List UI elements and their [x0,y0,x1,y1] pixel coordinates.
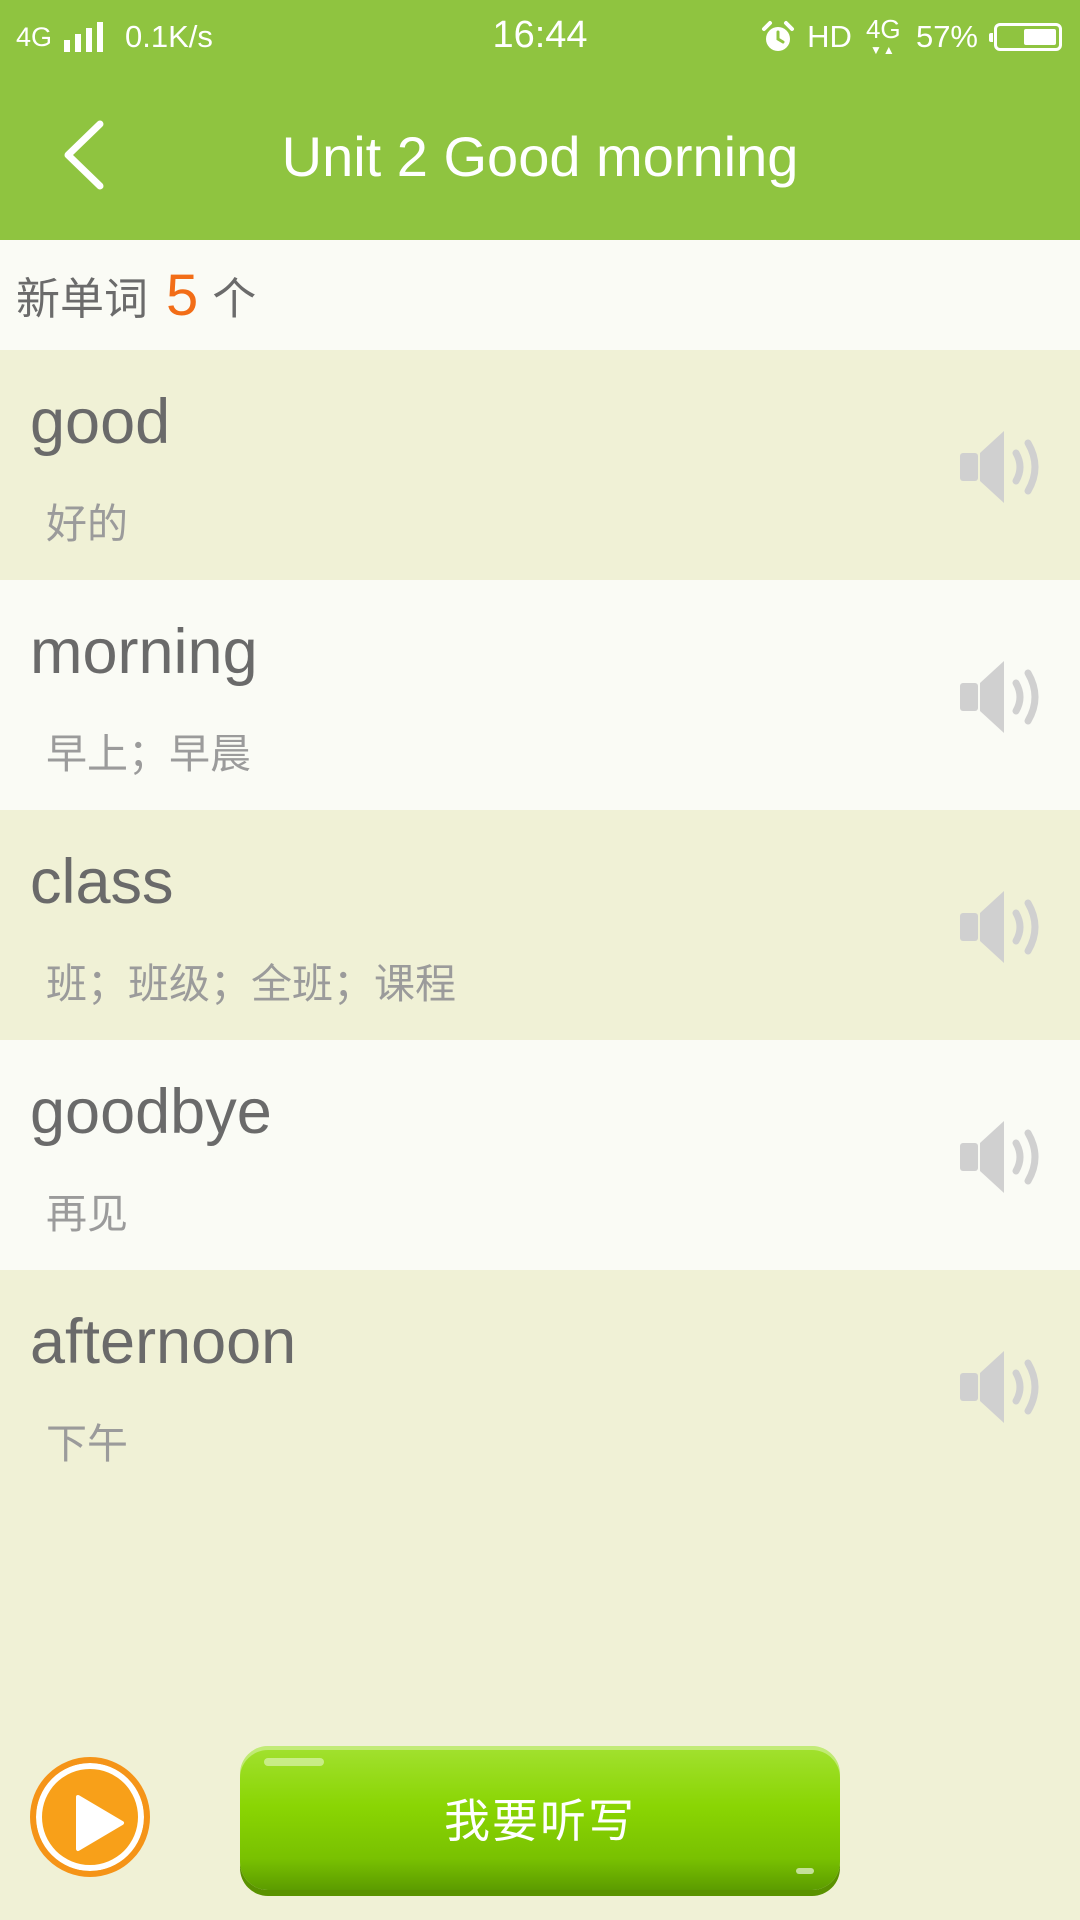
word-text: afternoon [30,1307,297,1377]
new-words-label: 新单词 [16,274,148,325]
header-bar: Unit 2 Good morning [0,74,1080,240]
word-list: good 好的 morning 早上；早晨 class 班；班级；全班；课程 g… [0,350,1080,1500]
status-bar: 4G 0.1K/s 16:44 HD 4G ▼▲ 57% [0,0,1080,74]
hd-label: HD [807,19,852,54]
word-row[interactable]: good 好的 [0,350,1080,580]
network-4g-icon: 4G ▼▲ [864,16,904,58]
word-text: goodbye [30,1077,272,1147]
new-words-count: 5 [166,262,199,328]
word-row[interactable]: morning 早上；早晨 [0,580,1080,810]
alarm-clock-icon [761,20,795,54]
dictation-button[interactable]: 我要听写 [240,1746,840,1890]
new-words-unit: 个 [212,274,257,325]
word-text: morning [30,617,258,687]
speaker-icon[interactable] [958,653,1054,741]
play-all-button[interactable] [30,1757,150,1877]
speaker-icon[interactable] [958,1113,1054,1201]
word-text: good [30,387,171,457]
battery-percent: 57% [915,19,978,54]
speaker-icon[interactable] [958,883,1054,971]
speaker-icon[interactable] [958,1343,1054,1431]
new-words-summary: 新单词 5 个 [0,240,1080,350]
status-right: HD 4G ▼▲ 57% [761,16,1062,58]
network-4g-label: 4G [865,14,901,44]
data-arrows-icon: ▼▲ [869,43,896,57]
battery-icon [989,23,1062,51]
word-meaning: 下午 [46,1420,128,1468]
battery-fill [1024,29,1056,45]
dictation-button-label: 我要听写 [444,1794,636,1848]
word-row[interactable]: afternoon 下午 [0,1270,1080,1500]
word-row[interactable]: goodbye 再见 [0,1040,1080,1270]
word-meaning: 再见 [46,1190,128,1238]
page-title: Unit 2 Good morning [281,125,799,188]
word-row[interactable]: class 班；班级；全班；课程 [0,810,1080,1040]
play-icon [76,1795,124,1851]
word-meaning: 早上；早晨 [46,730,251,778]
word-text: class [30,847,174,917]
button-shine [264,1758,324,1766]
word-meaning: 好的 [46,500,128,548]
word-meaning: 班；班级；全班；课程 [46,960,456,1008]
button-shine [796,1868,814,1874]
speaker-icon[interactable] [958,423,1054,511]
